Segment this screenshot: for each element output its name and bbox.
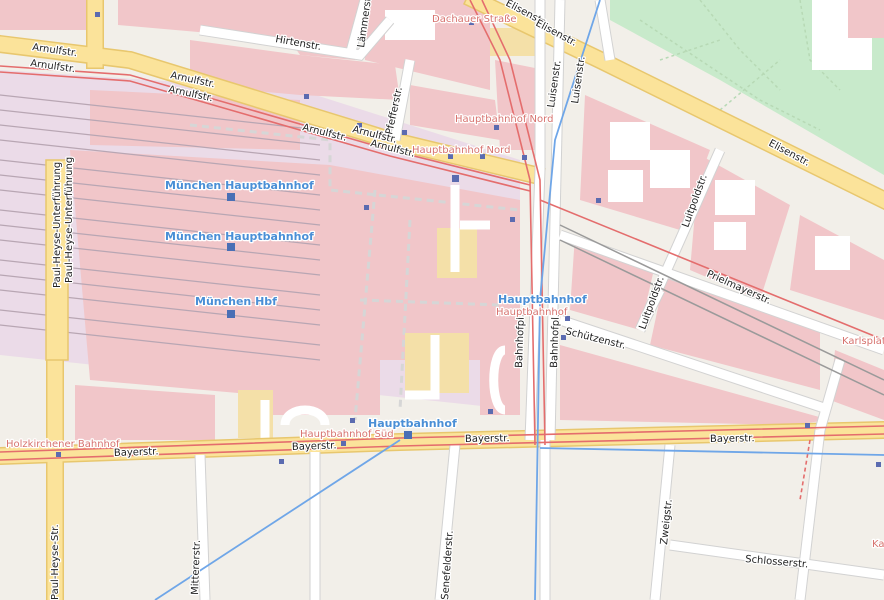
stop-label-hauptbahnhof-sud: Hauptbahnhof Süd	[300, 429, 394, 440]
stop-label-hauptbahnhof-nord-1: Hauptbahnhof Nord	[455, 114, 553, 125]
station-label-hauptbahnhof-2[interactable]: Hauptbahnhof	[367, 416, 458, 432]
map-canvas[interactable]: Hirtenstr. Lämmerstr. Elisenstr. Elisens…	[0, 0, 884, 600]
street-label-bayerstr-1: Bayerstr.	[114, 446, 159, 459]
transit-stop-icon	[596, 198, 601, 203]
transit-stop-icon	[452, 175, 459, 182]
station-label-munchen-hbf[interactable]: München Hbf	[194, 294, 279, 310]
street-label-paul-heyse-str: Paul-Heyse-Str.	[50, 524, 61, 600]
street-label-paul-heyse-unterfuhrung-2: Paul-Heyse-Unterführung	[64, 157, 75, 283]
stop-label-holzkirchener-bahnhof: Holzkirchener Bahnhof	[6, 439, 120, 450]
station-icon	[227, 193, 235, 201]
station-label-munchen-hauptbahnhof-1[interactable]: München Hauptbahnhof	[164, 178, 316, 194]
station-icon	[227, 310, 235, 318]
transit-stop-icon	[494, 125, 499, 130]
transit-stop-icon	[279, 459, 284, 464]
street-label-mittererstr: Mittererstr.	[190, 540, 203, 595]
transit-stop-icon	[488, 409, 493, 414]
stop-label-dachauer-strasse: Dachauer Straße	[432, 14, 517, 25]
transit-stop-icon	[522, 155, 527, 160]
map-view[interactable]: Hirtenstr. Lämmerstr. Elisenstr. Elisens…	[0, 0, 884, 600]
transit-stop-icon	[56, 452, 61, 457]
station-icon	[404, 431, 412, 439]
stop-label-karlsplatz: Karlsplat	[842, 336, 884, 347]
transit-stop-icon	[876, 462, 881, 467]
street-label-bayerstr-3: Bayerstr.	[465, 433, 510, 445]
transit-stop-icon	[350, 418, 355, 423]
station-icon	[227, 243, 235, 251]
transit-stop-icon	[364, 205, 369, 210]
transit-stop-icon	[402, 130, 407, 135]
transit-stop-icon	[510, 217, 515, 222]
transit-stop-icon	[304, 94, 309, 99]
stop-label-ka-fragment: Ka	[872, 539, 884, 550]
street-label-bahnhofpl-2: Bahnhofpl.	[549, 314, 562, 368]
transit-stop-icon	[805, 423, 810, 428]
street-label-paul-heyse-unterfuhrung-1: Paul-Heyse-Unterführung	[52, 162, 63, 288]
street-label-bayerstr-4: Bayerstr.	[710, 433, 755, 445]
stop-label-hauptbahnhof: Hauptbahnhof	[496, 307, 568, 318]
transit-stop-icon	[95, 12, 100, 17]
street-label-bayerstr-2: Bayerstr.	[292, 440, 337, 453]
park-building	[848, 0, 884, 38]
station-label-munchen-hauptbahnhof-2[interactable]: München Hauptbahnhof	[164, 229, 316, 245]
stop-label-hauptbahnhof-nord-2: Hauptbahnhof Nord	[412, 145, 510, 156]
station-label-hauptbahnhof-1[interactable]: Hauptbahnhof	[497, 292, 588, 308]
street-label-bahnhofpl-1: Bahnhofpl.	[514, 314, 527, 368]
transit-stop-icon	[341, 441, 346, 446]
